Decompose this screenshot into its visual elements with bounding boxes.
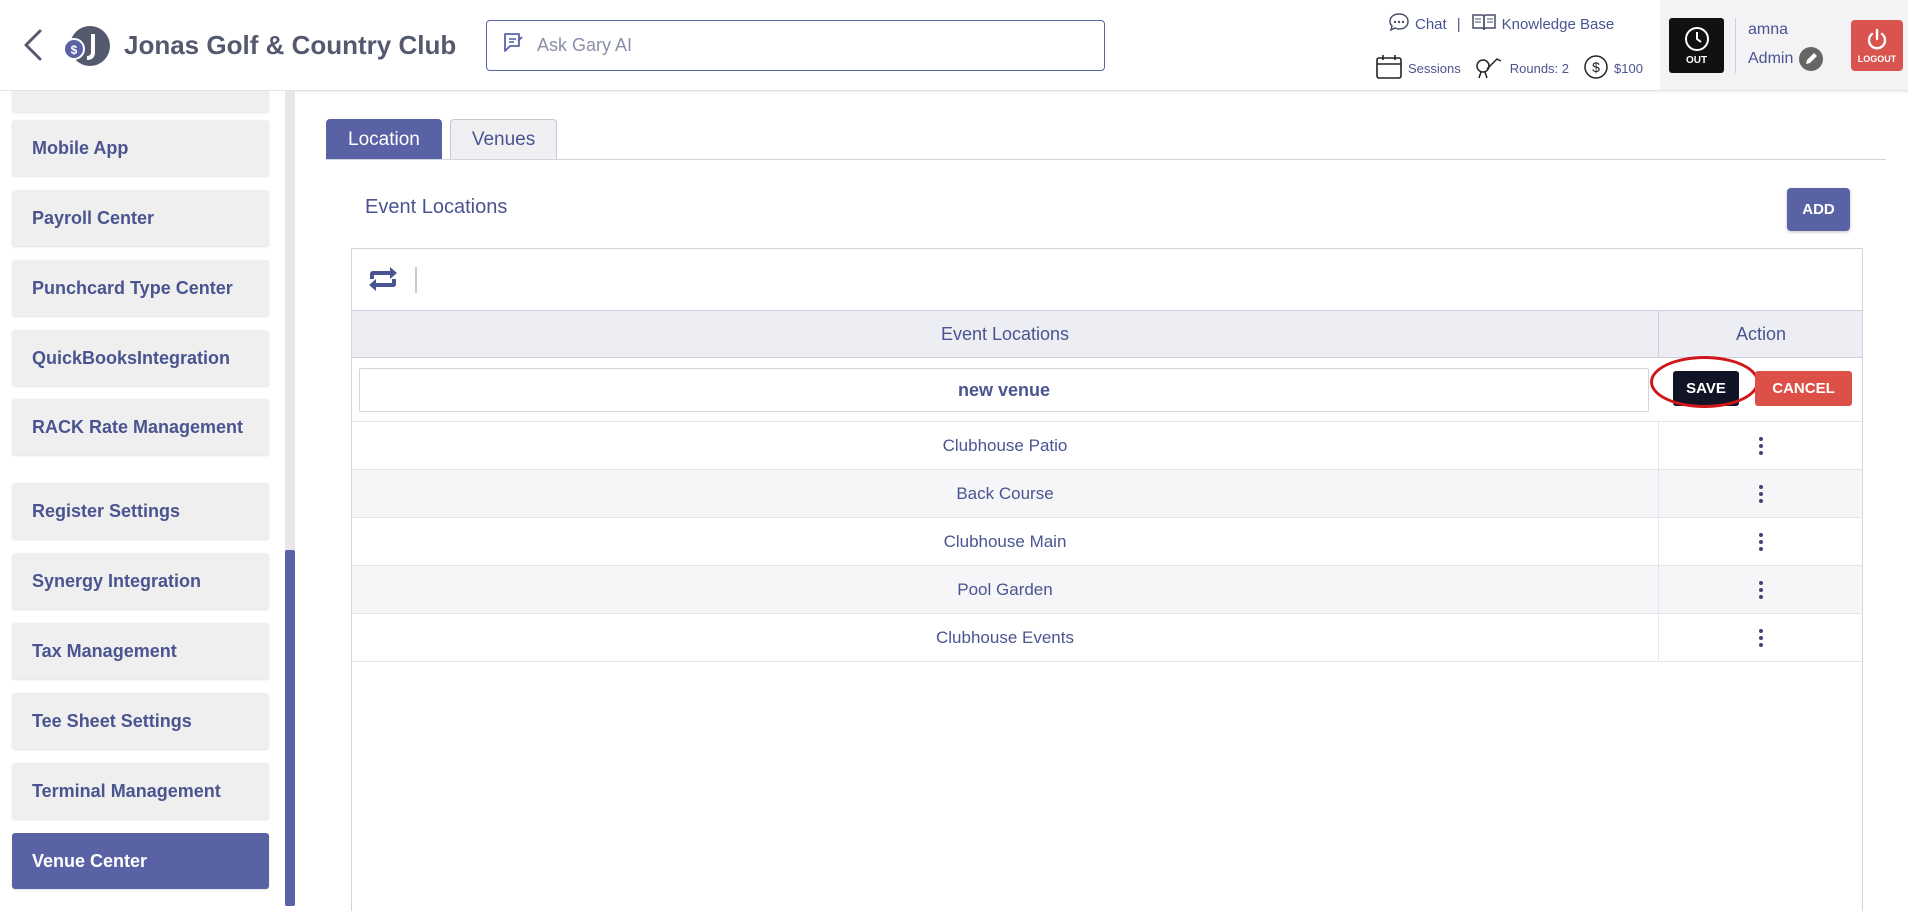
location-name: Clubhouse Main [352,518,1659,565]
location-name: Clubhouse Patio [352,422,1659,469]
table-row[interactable]: Clubhouse Main [352,518,1862,566]
balance-stat[interactable]: $ $100 [1583,54,1643,83]
toolbar-separator [415,267,417,293]
sidebar-scrollbar-thumb[interactable] [285,550,295,906]
clock-out-label: OUT [1685,54,1708,66]
sidebar-item-payroll-center[interactable]: Payroll Center [12,190,269,246]
sidebar-item-venue-center[interactable]: Venue Center [12,833,269,889]
row-actions-menu-icon[interactable] [1659,518,1863,565]
cancel-button[interactable]: CANCEL [1755,371,1852,406]
refresh-icon[interactable] [366,265,400,293]
save-button[interactable]: SAVE [1673,371,1739,406]
tab-venues[interactable]: Venues [449,119,558,159]
session-stats: Sessions Rounds: 2 $ $100 [1375,54,1643,83]
back-chevron-icon[interactable] [20,28,46,62]
sidebar-item-rack-rate-management[interactable]: RACK Rate Management [12,399,269,455]
sidebar-item-register-settings[interactable]: Register Settings [12,483,269,539]
knowledge-base-link[interactable]: Knowledge Base [1471,12,1615,36]
sessions-stat[interactable]: Sessions [1375,54,1461,83]
table-row[interactable]: Back Course [352,470,1862,518]
table-row[interactable]: Clubhouse Patio [352,422,1862,470]
tab-bar: Location Venues [326,119,558,159]
rounds-label: Rounds: 2 [1509,61,1570,76]
sidebar-item-terminal-management[interactable]: Terminal Management [12,763,269,819]
location-name: Pool Garden [352,566,1659,613]
calendar-icon [1375,54,1403,83]
user-role: Admin [1748,47,1824,71]
tab-underline [326,159,1886,160]
help-links: Chat | Knowledge Base [1388,12,1614,36]
tab-location[interactable]: Location [326,119,442,159]
svg-text:$: $ [1592,59,1600,75]
location-name-input[interactable] [359,368,1649,412]
row-actions-menu-icon[interactable] [1659,470,1863,517]
clock-icon [1684,26,1710,55]
location-name: Clubhouse Events [352,614,1659,661]
table-header: Event Locations Action [352,310,1862,358]
column-header-event-locations[interactable]: Event Locations [352,311,1659,358]
sessions-label: Sessions [1408,61,1461,76]
sidebar-item-punchcard-type-center[interactable]: Punchcard Type Center [12,260,269,316]
user-divider [1735,18,1736,73]
row-actions-menu-icon[interactable] [1659,566,1863,613]
club-name: Jonas Golf & Country Club [124,30,457,60]
power-icon [1865,28,1889,54]
sidebar-item-partial[interactable] [12,91,269,112]
event-locations-grid: Event Locations Action SAVE CANCEL Clubh… [351,248,1863,911]
ai-chat-icon [501,31,525,60]
new-location-row: SAVE CANCEL [352,356,1862,422]
row-actions-menu-icon[interactable] [1659,614,1863,661]
role-label: Admin [1748,50,1794,67]
rounds-stat[interactable]: Rounds: 2 [1475,55,1569,82]
sidebar-item-synergy-integration[interactable]: Synergy Integration [12,553,269,609]
edit-profile-icon[interactable] [1799,47,1824,71]
golf-cart-icon [1475,55,1505,82]
grid-toolbar [352,249,1862,310]
location-name: Back Course [352,470,1659,517]
table-row[interactable]: Pool Garden [352,566,1862,614]
top-header: $ Jonas Golf & Country Club Chat | Knowl… [0,0,1908,91]
sidebar-item-tax-management[interactable]: Tax Management [12,623,269,679]
balance-label: $100 [1614,61,1643,76]
settings-sidebar: Mobile App Payroll Center Punchcard Type… [0,91,296,911]
knowledge-base-label: Knowledge Base [1501,15,1615,33]
table-row[interactable]: Clubhouse Events [352,614,1862,662]
club-logo: $ [63,24,111,68]
logout-button[interactable]: LOGOUT [1851,20,1903,71]
add-button[interactable]: ADD [1787,188,1850,231]
sidebar-item-tee-sheet-settings[interactable]: Tee Sheet Settings [12,693,269,749]
row-actions-menu-icon[interactable] [1659,422,1863,469]
page-title: Event Locations [365,196,508,218]
chat-link[interactable]: Chat [1388,12,1447,36]
clock-out-button[interactable]: OUT [1669,18,1724,73]
dollar-coin-icon: $ [1583,54,1609,83]
chat-label: Chat [1415,15,1447,33]
svg-text:$: $ [71,43,78,57]
link-separator: | [1456,15,1461,33]
column-header-action: Action [1735,324,1787,344]
chat-bubble-icon [1388,12,1410,36]
username: amna [1748,21,1789,38]
search-input[interactable] [537,35,1077,56]
logout-label: LOGOUT [1857,53,1897,64]
sidebar-item-quickbooks-integration[interactable]: QuickBooksIntegration [12,330,269,386]
gary-ai-search[interactable] [486,20,1105,71]
sidebar-item-mobile-app[interactable]: Mobile App [12,120,269,176]
book-icon [1471,12,1497,36]
